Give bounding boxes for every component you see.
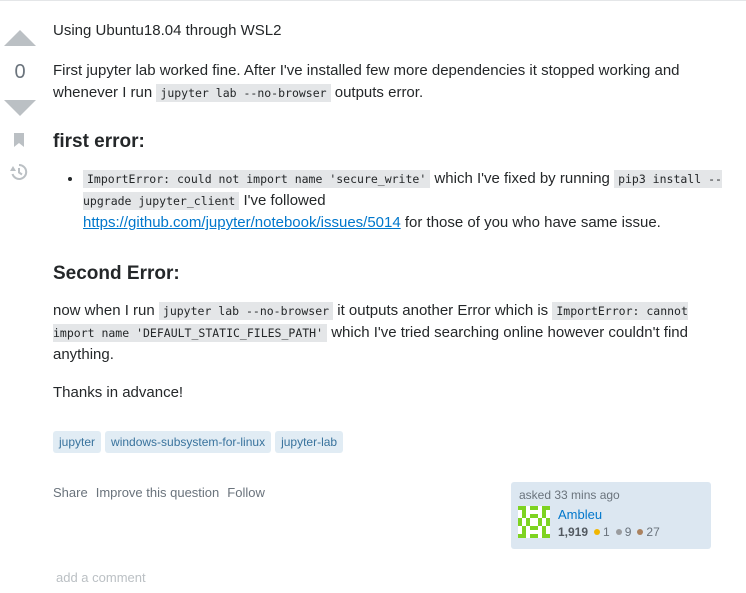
user-name-link[interactable]: Ambleu	[558, 507, 602, 522]
follow-link[interactable]: Follow	[227, 485, 265, 500]
silver-badge: 9	[615, 525, 632, 539]
tag-list: jupyter windows-subsystem-for-linux jupy…	[53, 431, 344, 453]
add-comment-link[interactable]: add a comment	[56, 570, 146, 585]
upvote-icon[interactable]	[4, 30, 36, 46]
asked-time: asked 33 mins ago	[519, 488, 620, 502]
text: it outputs another Error which is	[333, 302, 553, 319]
post-menu: Share Improve this question Follow	[53, 485, 265, 500]
gold-badge-icon	[594, 529, 601, 535]
avatar-identicon[interactable]	[518, 506, 550, 538]
tag-jupyter[interactable]: jupyter	[53, 431, 102, 453]
user-stats: 1,919 1 9 27	[558, 525, 666, 539]
share-link[interactable]: Share	[53, 485, 88, 500]
inline-code: ImportError: could not import name 'secu…	[83, 170, 431, 188]
bronze-badge-icon	[637, 529, 644, 535]
gold-badge-count: 1	[603, 525, 610, 539]
downvote-icon[interactable]	[4, 100, 36, 116]
github-issue-link[interactable]: https://github.com/jupyter/notebook/issu…	[83, 214, 401, 231]
heading-first-error: first error:	[53, 131, 145, 152]
bronze-badge: 27	[637, 525, 660, 539]
tag-windows-subsystem-for-linux[interactable]: windows-subsystem-for-linux	[105, 431, 272, 453]
text: for those of you who have same issue.	[400, 214, 661, 231]
list-item: ImportError: could not import name 'secu…	[83, 168, 743, 234]
text: I've followed	[239, 192, 326, 209]
thanks-line: Thanks in advance!	[53, 384, 184, 401]
bronze-badge-count: 27	[646, 525, 660, 539]
silver-badge-count: 9	[624, 525, 632, 539]
paragraph-first-error-context: First jupyter lab worked fine. After I'v…	[53, 60, 713, 104]
first-error-list: ImportError: could not import name 'secu…	[53, 168, 743, 234]
inline-code: jupyter lab --no-browser	[158, 302, 334, 320]
improve-question-link[interactable]: Improve this question	[96, 485, 220, 500]
top-divider	[0, 0, 746, 1]
reputation-score: 1,919	[558, 525, 589, 539]
text: which I've fixed by running	[430, 170, 615, 187]
vote-count: 0	[14, 61, 26, 83]
text: now when I run	[53, 302, 159, 319]
gold-badge: 1	[594, 525, 610, 539]
paragraph-second-error: now when I run jupyter lab --no-browser …	[53, 300, 713, 366]
history-icon[interactable]	[9, 162, 29, 182]
inline-code: jupyter lab --no-browser	[156, 84, 331, 102]
text: outputs error.	[330, 84, 424, 101]
heading-second-error: Second Error:	[53, 263, 180, 284]
user-card: asked 33 mins ago Ambleu 1,919 1 9 27	[511, 482, 711, 549]
intro-line: Using Ubuntu18.04 through WSL2	[53, 22, 282, 39]
tag-jupyter-lab[interactable]: jupyter-lab	[275, 431, 344, 453]
bookmark-icon[interactable]	[12, 132, 28, 152]
silver-badge-icon	[615, 529, 622, 535]
